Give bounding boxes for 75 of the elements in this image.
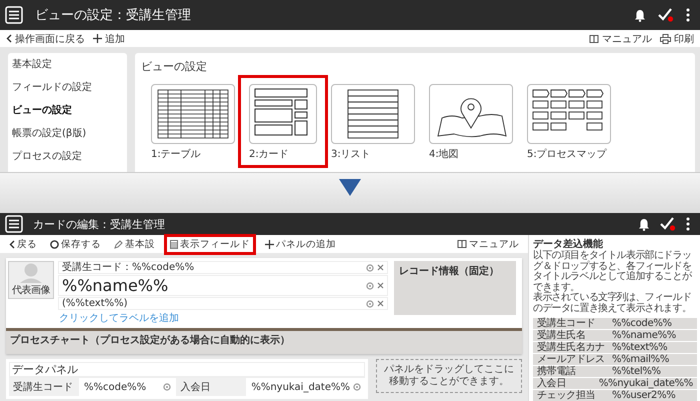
toolbar-button[interactable]: 戻る <box>5 234 41 254</box>
down-arrow-icon <box>339 179 361 196</box>
add-link[interactable]: 追加 <box>93 32 125 46</box>
bell-icon[interactable] <box>638 218 650 230</box>
field-placeholder-row[interactable]: 入会日 %%nyukai_date%% <box>533 378 697 389</box>
more-icon[interactable] <box>686 217 690 231</box>
header-title: カードの編集：受講生管理 <box>33 216 165 232</box>
view-option[interactable]: 2:カード <box>238 75 328 168</box>
field-placeholder-row[interactable]: チェック担当 %%user2%% <box>533 390 697 401</box>
field-placeholder-row[interactable]: 受講生コード %%code%% <box>533 318 697 329</box>
field-placeholder-row[interactable]: メールアドレス %%mail%% <box>533 354 697 365</box>
view-option-label: 3:リスト <box>331 148 372 161</box>
list-drawing <box>347 89 399 139</box>
toolbar-button[interactable]: 基本設 <box>110 234 159 254</box>
circle-icon <box>50 240 59 248</box>
view-option[interactable]: 4:地図 <box>426 81 516 164</box>
view-option-label: 1:テーブル <box>151 148 202 161</box>
view-option[interactable]: 1:テーブル <box>148 81 238 164</box>
drop-zone: パネルをドラッグしてここに移動することができます。 <box>376 359 522 393</box>
view-option-label: 5:プロセスマップ <box>527 148 608 161</box>
sidebar-item[interactable]: 基本設定 <box>12 59 127 70</box>
sidebar-item[interactable]: プロセスの設定 <box>12 151 127 162</box>
add-label-link[interactable]: クリックしてラベルを追加 <box>58 311 388 326</box>
panel-title: ビューの設定 <box>141 59 208 74</box>
title-label-field[interactable]: (%%text%%) <box>58 297 388 310</box>
toolbar-button[interactable]: 表示フィールド <box>164 234 256 254</box>
printer-icon <box>660 34 671 44</box>
print-link[interactable]: 印刷 <box>660 32 694 46</box>
checkmark-icon[interactable] <box>658 8 674 22</box>
plus-icon <box>265 240 274 248</box>
book-icon <box>457 239 467 249</box>
field-value[interactable]: %%code%% <box>80 378 176 396</box>
manual-link[interactable]: マニュアル <box>453 234 523 254</box>
book-icon <box>589 34 599 44</box>
close-icon[interactable] <box>377 300 384 307</box>
panel-title: データ差込機能 <box>533 239 604 250</box>
bell-icon[interactable] <box>634 8 646 22</box>
sidebar-item[interactable]: フィールドの設定 <box>12 82 127 93</box>
field-placeholder-row[interactable]: 受講生氏名 %%name%% <box>533 330 697 341</box>
toolbar-button[interactable]: パネルの追加 <box>261 234 340 254</box>
field-placeholder-row[interactable]: 携帯電話 %%tel%% <box>533 366 697 377</box>
checkmark-icon[interactable] <box>660 217 676 231</box>
field-label: 入会日 <box>176 378 246 396</box>
plus-icon <box>93 34 102 43</box>
chevron-left-icon <box>6 34 12 43</box>
table-drawing <box>157 89 229 139</box>
sidebar-item[interactable]: ビューの設定 <box>12 105 127 116</box>
chevron-left-icon <box>9 240 15 248</box>
view-option-label: 2:カード <box>249 148 290 161</box>
field-value[interactable]: %%nyukai_date%% <box>247 378 365 396</box>
header-title: ビューの設定：受講生管理 <box>35 7 191 24</box>
close-icon[interactable] <box>377 264 384 271</box>
view-option[interactable]: 3:リスト <box>328 81 418 164</box>
list-icon <box>170 240 178 248</box>
process-chart-panel: プロセスチャート（プロセス設定がある場合に自動的に表示） <box>6 328 522 354</box>
title-label-field[interactable]: 受講生コード：%%code%% <box>58 261 388 274</box>
help-text: 以下の項目をタイトル表示部にドラッグ＆ドロップすると、各フィールドをタイトルラベルとして追加することができます。 <box>533 251 693 292</box>
record-info-panel: レコード情報（固定） <box>394 261 516 315</box>
sidebar-item[interactable]: 帳票の設定(β版) <box>12 128 127 139</box>
help-text: 表示されている文字列は、フィールドのデータに置き換えて表示されます。 <box>533 293 692 314</box>
pencil-icon <box>114 240 123 248</box>
menu-icon[interactable] <box>5 215 23 233</box>
field-placeholder-row[interactable]: 受講生氏名カナ %%text%% <box>533 342 697 353</box>
toolbar-button[interactable]: 保存する <box>46 234 105 254</box>
menu-icon[interactable] <box>5 6 23 24</box>
view-option-label: 4:地図 <box>429 148 460 161</box>
avatar-label: 代表画像 <box>12 285 50 296</box>
data-panel-title: データパネル <box>9 362 365 377</box>
more-icon[interactable] <box>686 8 690 22</box>
title-label-field[interactable]: %%name%% <box>58 275 388 296</box>
manual-link[interactable]: マニュアル <box>589 32 652 46</box>
field-label: 受講生コード <box>9 378 79 396</box>
view-option[interactable]: 5:プロセスマップ <box>524 81 614 164</box>
close-icon[interactable] <box>377 282 384 289</box>
back-link[interactable]: 操作画面に戻る <box>6 32 85 46</box>
